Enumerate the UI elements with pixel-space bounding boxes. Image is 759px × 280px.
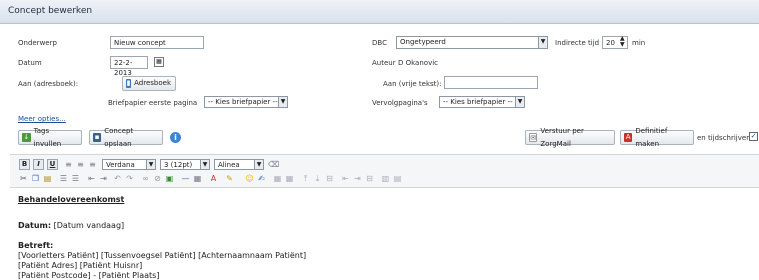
unlink-icon[interactable]: ⊘ [153, 174, 162, 183]
onderwerp-input[interactable]: Nieuw concept [110, 36, 204, 49]
tags-invullen-label: Tags invullen [33, 126, 62, 148]
editor-toolbar: B I U ≡ ≡ ≡ Verdana ▼ 3 (12pt) ▼ Alinea … [10, 154, 759, 188]
info-icon[interactable]: i [170, 132, 181, 143]
outdent-icon[interactable]: ⇤ [87, 174, 96, 183]
cut-icon[interactable]: ✂ [19, 174, 28, 183]
tijdschrijven-label: en tijdschrijven [697, 134, 751, 142]
align-left-icon[interactable]: ≡ [64, 160, 73, 169]
font-select[interactable]: Verdana ▼ [102, 159, 156, 170]
row-after-icon[interactable]: ⤓ [313, 174, 322, 183]
split-cells-icon[interactable]: ▤ [393, 174, 402, 183]
meer-opties-link[interactable]: Meer opties... [18, 115, 66, 123]
table-icon[interactable]: ▦ [193, 174, 202, 183]
indirecte-tijd-label: Indirecte tijd [555, 39, 600, 47]
adresboek-button-label: Adresboek [134, 79, 171, 87]
underline-button[interactable]: U [47, 159, 58, 170]
briefpapier-select-value: -- Kies briefpapier -- [208, 98, 278, 106]
document-datum-value: [Datum vandaag] [53, 221, 125, 230]
mail-icon: ✉ [529, 133, 538, 142]
italic-button[interactable]: I [33, 159, 44, 170]
definitief-maken-button[interactable]: A Definitief maken [620, 127, 694, 148]
concept-opslaan-button[interactable]: ▪ Concept opslaan [89, 127, 163, 148]
size-select-value: 3 (12pt) [164, 161, 193, 169]
datum-input[interactable]: 22-2-2013 [110, 56, 148, 77]
aan-adresboek-label: Aan (adresboek): [18, 80, 79, 88]
auteur-value: D Okanovic [398, 59, 439, 67]
briefpapier-label: Briefpapier eerste pagina [108, 99, 198, 107]
aan-vrij-input[interactable] [444, 76, 538, 89]
align-center-icon[interactable]: ≡ [76, 160, 85, 169]
tijdschrijven-checkbox[interactable]: ✓ [749, 132, 758, 141]
auteur-label: Auteur [372, 59, 396, 67]
document-datum-line: Datum: [Datum vandaag] [18, 221, 124, 230]
dbc-select[interactable]: Ongetypeerd ▼ [396, 36, 548, 49]
title-bar: Concept bewerken [0, 0, 759, 24]
chevron-down-icon: ▼ [200, 160, 209, 169]
aan-vrij-label: Aan (vrije tekst): [383, 80, 442, 88]
chevron-down-icon: ▼ [515, 97, 524, 107]
highlight-icon[interactable]: ✎ [225, 174, 234, 183]
numbered-list-icon[interactable]: ☰ [71, 174, 80, 183]
dbc-select-value: Ongetypeerd [400, 38, 446, 46]
dbc-label: DBC [372, 39, 387, 47]
addressbook-icon: ▮ [126, 79, 132, 88]
align-right-icon[interactable]: ≡ [88, 160, 97, 169]
copy-icon[interactable]: ❐ [31, 174, 40, 183]
image-icon[interactable]: ▣ [165, 174, 174, 183]
redo-icon[interactable]: ↷ [125, 174, 134, 183]
chevron-down-icon: ▼ [538, 37, 547, 48]
bold-button[interactable]: B [19, 159, 30, 170]
size-select[interactable]: 3 (12pt) ▼ [160, 159, 210, 170]
adresboek-button[interactable]: ▮ Adresboek [122, 76, 176, 91]
vervolg-select-value: -- Kies briefpapier -- [443, 98, 513, 106]
save-icon: ▪ [93, 133, 102, 142]
datum-label: Datum [18, 59, 42, 67]
indent-icon[interactable]: ⇥ [99, 174, 108, 183]
vervolg-select[interactable]: -- Kies briefpapier -- ▼ [439, 96, 525, 108]
paragraph-select-value: Alinea [218, 161, 240, 169]
pdf-icon: A [624, 133, 633, 142]
table-insert-icon[interactable]: ▦ [273, 174, 282, 183]
chevron-down-icon: ▼ [254, 160, 263, 169]
merge-cells-icon[interactable]: ▥ [381, 174, 390, 183]
definitief-maken-label: Definitief maken [635, 126, 668, 148]
paragraph-select[interactable]: Alinea ▼ [214, 159, 264, 170]
document-line-3: [Patiënt Postcode] - [Patiënt Plaats] [18, 271, 160, 280]
vervolg-label: Vervolgpagina's [372, 99, 428, 107]
bullet-list-icon[interactable]: ☰ [59, 174, 68, 183]
document-datum-label: Datum: [18, 221, 52, 230]
download-icon: ↓ [22, 133, 31, 142]
document-line-1: [Voorletters Patiënt] [Tussenvoegsel Pat… [18, 251, 307, 260]
font-select-value: Verdana [106, 161, 135, 169]
chevron-down-icon: ▼ [278, 97, 287, 107]
calendar-icon[interactable]: ▦ [154, 57, 164, 67]
edit-icon[interactable]: ✍ [257, 174, 266, 183]
font-color-icon[interactable]: A [209, 174, 218, 183]
link-icon[interactable]: ∞ [141, 174, 150, 183]
col-before-icon[interactable]: ⇤ [341, 174, 350, 183]
emoticon-icon[interactable]: ☺ [245, 174, 254, 183]
undo-icon[interactable]: ↶ [113, 174, 122, 183]
horizontal-rule-icon[interactable]: — [181, 174, 190, 183]
verstuur-zorgmail-button[interactable]: ✉ Verstuur per ZorgMail [525, 127, 615, 148]
document-heading: Behandelovereenkomst [18, 195, 125, 204]
eraser-icon[interactable]: ⌫ [268, 160, 279, 169]
row-delete-icon[interactable]: ⊟ [325, 174, 334, 183]
col-after-icon[interactable]: ⇥ [353, 174, 362, 183]
col-delete-icon[interactable]: ⊟ [365, 174, 374, 183]
briefpapier-select[interactable]: -- Kies briefpapier -- ▼ [204, 96, 288, 108]
document-betreft-label: Betreft: [18, 241, 54, 250]
min-label: min [632, 39, 646, 47]
row-before-icon[interactable]: ⤒ [301, 174, 310, 183]
window-title: Concept bewerken [8, 6, 93, 16]
spinner-arrows-icon[interactable]: ▲ ▼ [620, 36, 625, 48]
onderwerp-label: Onderwerp [18, 39, 57, 47]
chevron-down-icon: ▼ [146, 160, 155, 169]
document-line-2: [Patiënt Adres] [Patiënt Huisnr] [18, 261, 143, 270]
tags-invullen-button[interactable]: ↓ Tags invullen [18, 127, 82, 148]
verstuur-zorgmail-label: Verstuur per ZorgMail [540, 126, 584, 148]
table-delete-icon[interactable]: ▦ [285, 174, 294, 183]
paste-icon[interactable]: ▤ [43, 174, 52, 183]
concept-opslaan-label: Concept opslaan [104, 126, 134, 148]
